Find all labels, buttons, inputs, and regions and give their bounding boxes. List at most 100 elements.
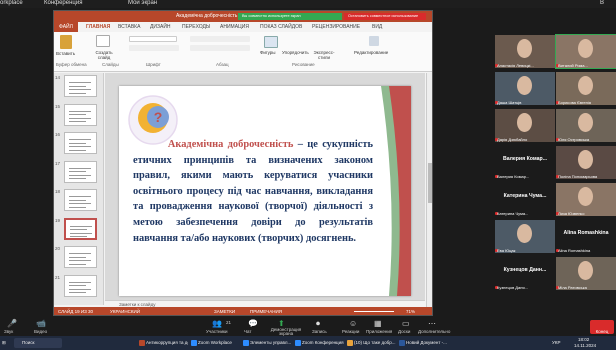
font-select[interactable] xyxy=(129,36,177,42)
participant-tile[interactable]: Alina Romashkina Alina Romashkina xyxy=(556,220,616,253)
slide-thumbnail[interactable] xyxy=(64,75,97,97)
taskbar-app[interactable]: Антикоррупция та дo... xyxy=(138,338,188,348)
thumbnail-text-line xyxy=(69,171,86,172)
thumbnail-pane[interactable]: 14 15 16 17 18 19 20 21 xyxy=(54,73,104,305)
search-label: Поиск xyxy=(22,340,35,345)
participant-tile[interactable]: Кузнецов Данн... Кузнецов Даня... xyxy=(495,257,555,290)
current-slide[interactable]: ? Академічна доброчесність – це сукупніс… xyxy=(119,86,411,296)
group-clipboard: Буфер обмена xyxy=(56,62,87,67)
thumbnail-text-line xyxy=(69,85,86,87)
tab-insert[interactable]: ВСТАВКА xyxy=(118,24,140,30)
taskbar-app[interactable]: Zoom Workplace xyxy=(190,338,240,348)
whiteboards-button[interactable]: Доски xyxy=(398,329,410,334)
create-slide-button[interactable]: Создать слайд xyxy=(92,50,116,60)
tab-slideshow[interactable]: ПОКАЗ СЛАЙДОВ xyxy=(260,24,302,30)
thumbnail-number: 14 xyxy=(55,75,61,80)
tab-review[interactable]: РЕЦЕНЗИРОВАНИЕ xyxy=(312,24,360,30)
alignment-row[interactable] xyxy=(190,45,250,51)
tab-view[interactable]: ВИД xyxy=(372,24,382,30)
scrollbar-thumb[interactable] xyxy=(428,163,432,203)
slide-thumbnail[interactable] xyxy=(64,246,97,268)
participant-name: Катерина Чума... xyxy=(497,211,529,216)
powerpoint-window: Академічна доброчесність - PowerPoint Вы… xyxy=(53,10,433,316)
clock-date[interactable]: 14.11.2024 xyxy=(574,342,596,350)
reactions-icon: ☺ xyxy=(349,319,358,328)
slide-thumbnail[interactable] xyxy=(64,217,97,240)
zoom-slider[interactable] xyxy=(354,311,394,312)
slide-thumbnail[interactable] xyxy=(64,103,97,126)
thumbnail-text-line xyxy=(69,149,86,151)
slide-thumbnail[interactable] xyxy=(64,132,97,154)
share-screen-button[interactable]: Демонстрация экрана xyxy=(266,327,306,336)
arrange-button[interactable]: Упорядочить xyxy=(282,50,309,55)
participant-tile[interactable]: Юля Островська xyxy=(556,109,616,142)
shapes-button[interactable]: Фигуры xyxy=(260,50,276,55)
ppt-status-bar: СЛАЙД 19 ИЗ 30 УКРАИНСКИЙ ЗАМЕТКИ ПРИМЕЧ… xyxy=(54,307,432,315)
tab-design[interactable]: ДИЗАЙН xyxy=(150,24,171,30)
font-formatting-row[interactable] xyxy=(129,45,179,51)
tab-animation[interactable]: АНИМАЦИЯ xyxy=(220,24,249,30)
slide-thumbnail[interactable] xyxy=(64,189,97,211)
taskbar-app[interactable]: Элементы управл... xyxy=(242,338,292,348)
participant-tile[interactable]: Валерия Комар... Валерия Комар... xyxy=(495,146,555,179)
editing-button[interactable]: Редактирование xyxy=(354,50,388,55)
taskbar-app[interactable]: (10) Що таке добр... xyxy=(346,338,396,348)
taskbar-search[interactable]: Поиск xyxy=(14,338,62,348)
end-label: Конец xyxy=(595,329,609,334)
record-button[interactable]: Запись xyxy=(312,329,327,334)
thumbnail-text-line xyxy=(69,146,91,147)
participant-tile[interactable]: Мiла Ратовська xyxy=(556,257,616,290)
participant-tile[interactable]: Катерина Чума... Катерина Чума... xyxy=(495,183,555,216)
ribbon: Вставить Создать слайд Фигуры Упорядочит… xyxy=(54,32,432,72)
taskbar-app[interactable]: Новий Документ -... xyxy=(398,338,448,348)
stop-share-button[interactable]: Остановить совместное использование xyxy=(344,13,426,20)
mute-button[interactable]: Звук xyxy=(4,329,13,334)
participant-tile[interactable]: Поліна Пономарьова xyxy=(556,146,616,179)
taskbar-app-label: Новий Документ -... xyxy=(406,340,447,345)
participant-tile[interactable]: Борисова Євгенія xyxy=(556,72,616,105)
participant-tile[interactable]: Лиза Юзвенко xyxy=(556,183,616,216)
comments-toggle[interactable]: ПРИМЕЧАНИЯ xyxy=(250,309,282,314)
zoom-top-bar: orkplace Конференция Мой экран В xyxy=(0,0,616,8)
paragraph-row[interactable] xyxy=(190,36,250,42)
slide-body-text[interactable]: Академічна доброчесність – це сукупність… xyxy=(133,137,373,246)
slide-thumbnail[interactable] xyxy=(64,274,97,297)
end-meeting-button[interactable]: Конец xyxy=(590,320,614,334)
chat-button[interactable]: Чат xyxy=(244,329,251,334)
participant-display-name: Валерия Комар... xyxy=(503,156,547,162)
record-icon: ⏺ xyxy=(316,319,320,328)
participant-video xyxy=(578,261,593,280)
start-icon[interactable]: ⊞ xyxy=(2,338,6,348)
tab-home[interactable]: ГЛАВНАЯ xyxy=(86,24,110,30)
notes-toggle[interactable]: ЗАМЕТКИ xyxy=(214,309,235,314)
language-indicator-taskbar[interactable]: УКР xyxy=(552,338,560,348)
paste-button[interactable]: Вставить xyxy=(56,51,75,56)
language-indicator[interactable]: УКРАИНСКИЙ xyxy=(110,309,140,314)
thumbnail-number: 20 xyxy=(55,246,61,251)
zoom-level[interactable]: 71% xyxy=(406,309,415,314)
notes-pane[interactable]: Заметки к слайду xyxy=(105,300,425,307)
slide-term: Академічна доброчесність xyxy=(167,139,294,150)
thumbnail-text-line xyxy=(69,92,86,94)
my-screen-label[interactable]: Мой экран xyxy=(128,0,157,7)
participant-video xyxy=(517,76,532,95)
participant-tile[interactable]: Дарія Дзюбайло xyxy=(495,109,555,142)
taskbar-app[interactable]: Zoom Конференция xyxy=(294,338,344,348)
tab-file[interactable]: ФАЙЛ xyxy=(54,22,78,32)
participant-tile[interactable]: Виталий Рома... xyxy=(555,34,616,69)
reactions-button[interactable]: Реакции xyxy=(342,329,359,334)
taskbar-app-label: Элементы управл... xyxy=(250,340,292,345)
participant-tile[interactable]: Даша Шатців xyxy=(495,72,555,105)
slide-thumbnail[interactable] xyxy=(64,160,97,183)
video-button[interactable]: Видео xyxy=(34,329,47,334)
apps-button[interactable]: Приложения xyxy=(366,329,392,334)
more-button[interactable]: Дополнительно xyxy=(418,329,450,334)
vertical-scrollbar[interactable] xyxy=(426,73,432,307)
slide-editor[interactable]: ? Академічна доброчесність – це сукупніс… xyxy=(105,73,425,300)
thumbnail-number: 19 xyxy=(55,217,61,223)
participant-tile[interactable]: Ева Юцак xyxy=(495,220,555,253)
tab-transitions[interactable]: ПЕРЕХОДЫ xyxy=(182,24,210,30)
quick-styles-button[interactable]: Экспресс-стили xyxy=(312,50,336,60)
participants-button[interactable]: Участники xyxy=(206,329,228,334)
participant-tile[interactable]: Анастасія Левицкі... xyxy=(495,35,555,68)
